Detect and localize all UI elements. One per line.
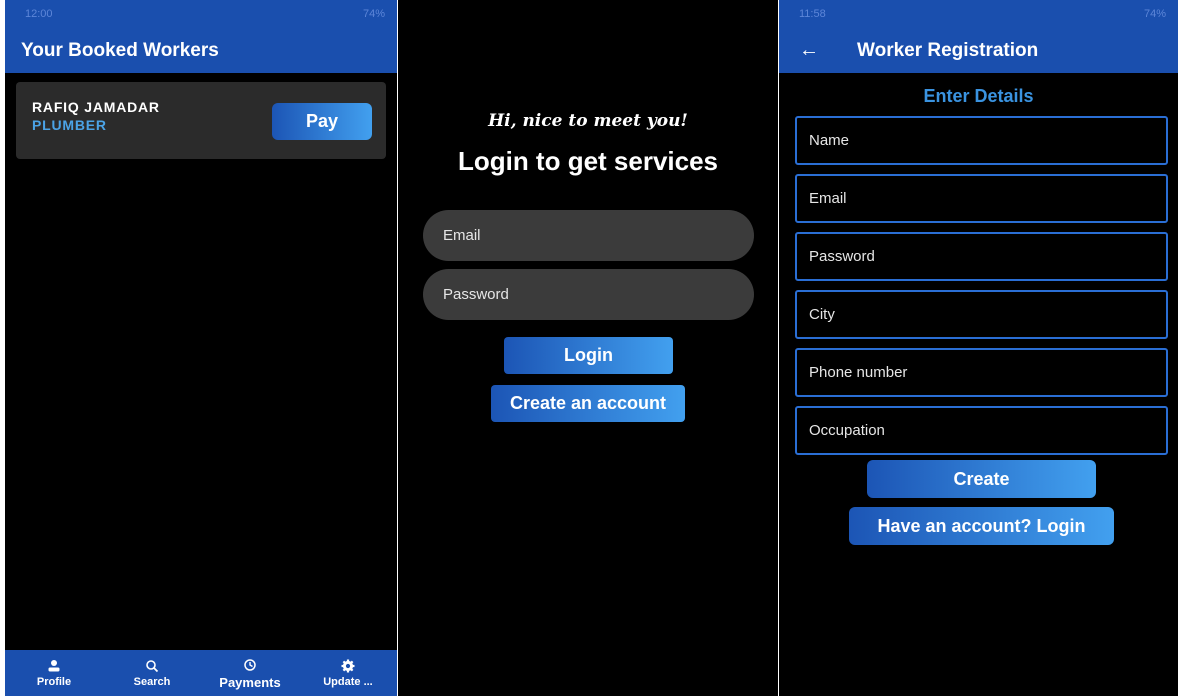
status-bar: 11:58 74% bbox=[779, 0, 1178, 28]
create-account-button[interactable]: Create an account bbox=[491, 385, 685, 422]
phone-field[interactable] bbox=[795, 348, 1168, 397]
status-bar: 12:00 74% bbox=[5, 0, 397, 28]
status-battery: 74% bbox=[1143, 8, 1166, 20]
status-battery: 74% bbox=[362, 8, 385, 20]
history-icon bbox=[243, 657, 257, 673]
gear-icon bbox=[341, 658, 355, 674]
worker-card: RAFIQ JAMADAR PLUMBER Pay bbox=[16, 82, 386, 159]
occupation-field[interactable] bbox=[795, 406, 1168, 455]
worker-role: PLUMBER bbox=[32, 117, 107, 133]
pay-button[interactable]: Pay bbox=[272, 103, 372, 140]
app-bar: Your Booked Workers bbox=[5, 28, 397, 73]
password-field[interactable] bbox=[795, 232, 1168, 281]
create-button[interactable]: Create bbox=[867, 460, 1096, 498]
login-screen: Hi, nice to meet you! Login to get servi… bbox=[398, 0, 778, 696]
worker-registration-screen: 11:58 74% ← Worker Registration Enter De… bbox=[779, 0, 1178, 696]
booked-workers-screen: 12:00 74% Your Booked Workers RAFIQ JAMA… bbox=[5, 0, 397, 696]
nav-label: Payments bbox=[219, 674, 281, 690]
nav-item-update[interactable]: Update ... bbox=[308, 658, 388, 688]
have-account-login-button[interactable]: Have an account? Login bbox=[849, 507, 1114, 545]
person-icon bbox=[47, 658, 61, 674]
name-field[interactable] bbox=[795, 116, 1168, 165]
email-field[interactable] bbox=[423, 210, 754, 261]
nav-item-payments[interactable]: Payments bbox=[210, 657, 290, 690]
greeting-text: Hi, nice to meet you! bbox=[488, 111, 688, 131]
password-field[interactable] bbox=[423, 269, 754, 320]
nav-label: Search bbox=[133, 676, 171, 688]
nav-label: Update ... bbox=[323, 676, 373, 688]
login-button[interactable]: Login bbox=[504, 337, 673, 374]
nav-item-profile[interactable]: Profile bbox=[14, 658, 94, 688]
page-title: Worker Registration bbox=[857, 39, 1039, 61]
worker-name: RAFIQ JAMADAR bbox=[32, 99, 160, 115]
city-field[interactable] bbox=[795, 290, 1168, 339]
app-bar: ← Worker Registration bbox=[779, 28, 1178, 73]
nav-item-search[interactable]: Search bbox=[112, 658, 192, 688]
status-time: 12:00 bbox=[25, 8, 53, 20]
page-title: Your Booked Workers bbox=[21, 39, 219, 61]
nav-label: Profile bbox=[36, 676, 72, 688]
back-arrow-icon[interactable]: ← bbox=[799, 39, 819, 62]
email-field[interactable] bbox=[795, 174, 1168, 223]
login-title: Login to get services bbox=[457, 146, 719, 176]
section-title: Enter Details bbox=[923, 86, 1034, 106]
status-time: 11:58 bbox=[799, 8, 826, 20]
search-icon bbox=[145, 658, 159, 674]
bottom-nav: Profile Search Payments Update ... bbox=[5, 650, 397, 696]
